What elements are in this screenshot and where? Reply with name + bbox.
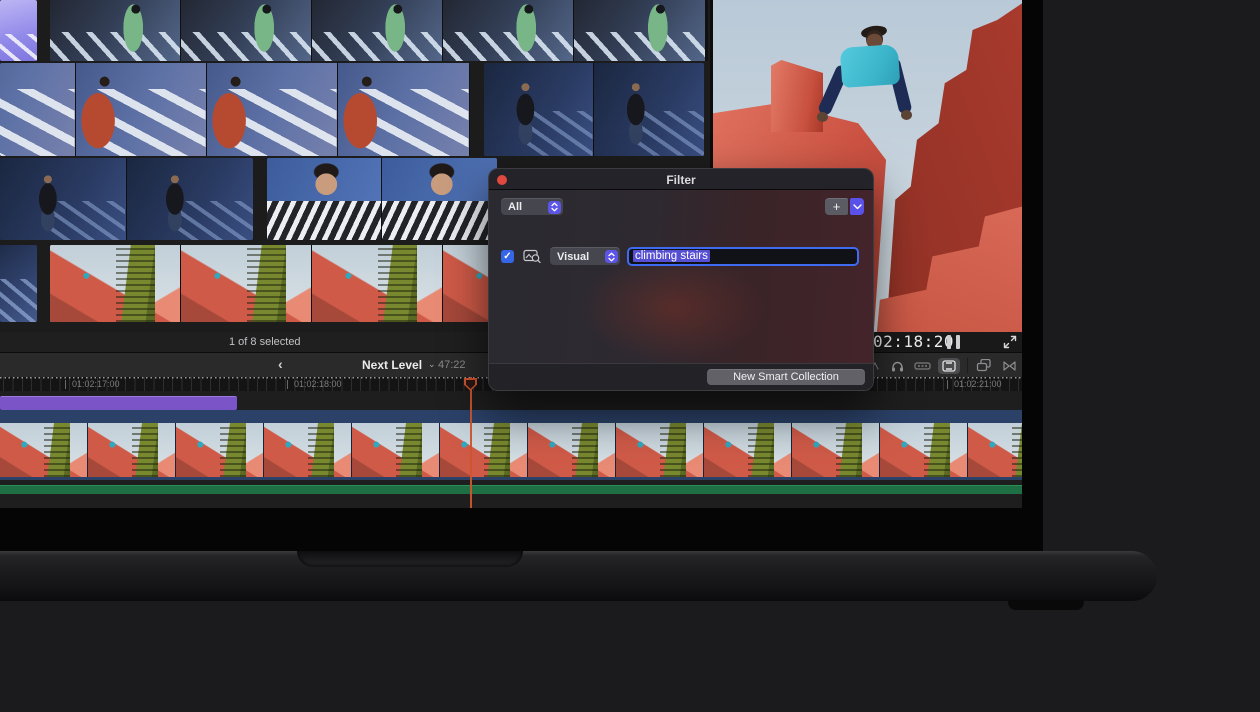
filmstrip-frame[interactable] [50,0,181,61]
scope-popup[interactable]: All [501,198,563,215]
filter-dialog: Filter All + ✓ Visual [488,168,874,391]
person-hand [817,112,828,122]
filmstrip-frame[interactable] [574,0,705,61]
timeline-filmstrip-frame[interactable] [704,423,792,477]
timeline-tracks [0,391,1022,508]
filter-dialog-title: Filter [489,173,873,187]
audio-clip-icon[interactable] [913,358,931,374]
selected-search-text: climbing stairs [633,250,710,262]
timeline-filmstrip-frame[interactable] [968,423,1022,477]
popup-chevrons-icon [548,201,561,214]
toolbar-divider [967,358,968,373]
timeline-filmstrip-frame[interactable] [0,423,88,477]
filmstrip-frame[interactable] [0,245,37,322]
viewer-person [809,28,919,143]
solo-headphones-icon[interactable] [888,358,906,374]
macbook-deck [0,551,1157,601]
search-text-input[interactable]: climbing stairs [627,247,859,266]
ruler-timecode: 01:02:21:00 [947,380,1002,389]
filmstrip-frame[interactable] [484,63,594,156]
filmstrip-frame[interactable] [50,245,181,322]
person-hand [901,110,912,120]
timeline-filmstrip-frame[interactable] [616,423,704,477]
pause-icon[interactable] [947,335,960,349]
filter-dialog-titlebar[interactable]: Filter [489,169,873,190]
filmstrip-frame[interactable] [338,63,469,156]
ruler-timecode: 01:02:18:00 [287,380,342,389]
clip-dark-shirt-2[interactable] [0,158,253,240]
filmstrip-frame[interactable] [382,158,497,240]
timeline-filmstrip-frame[interactable] [352,423,440,477]
filmstrip-frame[interactable] [312,245,443,322]
filmstrip-frame[interactable] [0,158,127,240]
filmstrip-frame[interactable] [594,63,704,156]
filter-dialog-body: All + ✓ Visual [489,190,873,363]
rule-type-value: Visual [557,251,589,263]
macbook-foot [1008,600,1084,610]
timeline-video-clip[interactable] [0,410,1022,480]
connect-clips-icon[interactable] [975,358,993,374]
filmstrip-frame[interactable] [267,158,382,240]
filmstrip-frame[interactable] [443,0,574,61]
timeline-clip-border [0,477,1022,480]
new-smart-collection-button[interactable]: New Smart Collection [707,369,865,385]
timeline-filmstrip-frame[interactable] [264,423,352,477]
filter-rule-row: ✓ Visual climbing stairs [501,246,859,266]
chevron-down-icon[interactable]: ⌄ [428,359,436,370]
filmstrip-frame[interactable] [0,63,76,156]
timeline-filmstrip-frame[interactable] [88,423,176,477]
popup-chevrons-icon [605,250,618,263]
add-rule-button[interactable]: + [825,198,848,215]
filmstrip-frame[interactable] [127,158,254,240]
filmstrip-frame[interactable] [181,0,312,61]
scope-popup-value: All [508,201,522,213]
visual-search-icon [523,249,542,264]
timeline-filmstrip-frame[interactable] [792,423,880,477]
filmstrip-frame[interactable] [181,245,312,322]
expand-fullscreen-icon[interactable] [1003,335,1017,349]
timeline-filmstrip-frame[interactable] [440,423,528,477]
filter-dialog-footer: New Smart Collection [489,363,873,390]
timeline-filmstrip-frame[interactable] [528,423,616,477]
add-rule-control: + [825,198,864,215]
clip-purple-title[interactable] [0,0,37,61]
filmstrip-frame[interactable] [0,0,37,61]
marketing-scene: 1 of 8 selected 02:18:20 [0,0,1260,712]
project-title[interactable]: Next Level [362,358,422,372]
clip-blue-stairs-partial[interactable] [0,245,37,322]
playhead-line[interactable] [470,377,472,508]
ruler-timecode: 01:02:17:00 [65,380,120,389]
back-chevron-icon[interactable]: ‹ [278,356,283,372]
timeline-clip-filmstrip [0,423,1022,477]
filmstrip-frame[interactable] [76,63,207,156]
rule-type-popup[interactable]: Visual [550,247,620,265]
add-rule-chevron-button[interactable] [850,198,864,215]
timeline-title-clip[interactable] [0,396,237,410]
rule-enabled-checkbox[interactable]: ✓ [501,250,514,263]
clip-red-coat[interactable] [0,63,470,156]
skimming-bowtie-icon[interactable] [1000,358,1018,374]
person-teal-shirt [840,44,901,88]
clip-selfie[interactable] [267,158,497,240]
clip-green-dress[interactable] [50,0,708,61]
filmstrip-view-icon[interactable] [938,358,960,374]
timeline-filmstrip-frame[interactable] [880,423,968,477]
macbook-lid-notch [297,551,523,567]
timeline-audio-clip[interactable] [0,485,1022,494]
project-duration: 47:22 [438,359,466,371]
timeline-filmstrip-frame[interactable] [176,423,264,477]
selection-count-text: 1 of 8 selected [229,336,301,348]
filmstrip-frame[interactable] [312,0,443,61]
filmstrip-frame[interactable] [207,63,338,156]
clip-dark-shirt[interactable] [484,63,704,156]
viewer-timecode: 02:18:20 [873,332,954,351]
